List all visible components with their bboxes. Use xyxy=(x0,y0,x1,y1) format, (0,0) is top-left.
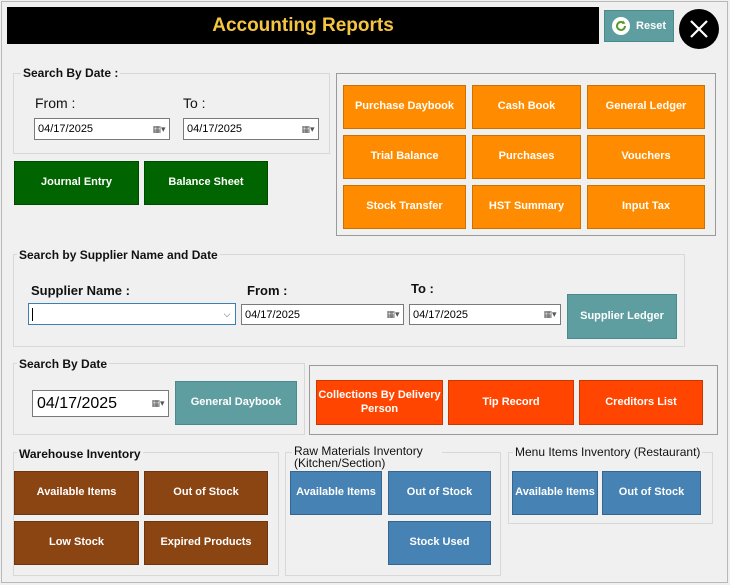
warehouse-out-of-stock-button[interactable]: Out of Stock xyxy=(144,471,268,515)
journal-entry-button[interactable]: Journal Entry xyxy=(14,161,139,205)
reset-label: Reset xyxy=(636,20,666,32)
search-by-date-label: Search By Date : xyxy=(21,66,121,80)
raw-available-items-button[interactable]: Available Items xyxy=(290,471,382,515)
raw-materials-group-label: Raw Materials Inventory (Kitchen/Section… xyxy=(292,445,442,469)
tip-record-button[interactable]: Tip Record xyxy=(448,380,574,425)
daybook-group-label: Search By Date xyxy=(17,357,110,371)
daybook-date-picker[interactable]: 04/17/2025 ▦▾ xyxy=(32,390,169,417)
warehouse-expired-products-button[interactable]: Expired Products xyxy=(144,521,268,565)
trial-balance-button[interactable]: Trial Balance xyxy=(343,135,466,179)
warehouse-low-stock-button[interactable]: Low Stock xyxy=(14,521,139,565)
purchases-button[interactable]: Purchases xyxy=(472,135,581,179)
search-by-date-group xyxy=(13,73,330,154)
menu-available-items-button[interactable]: Available Items xyxy=(512,471,598,515)
menu-items-group-label: Menu Items Inventory (Restaurant) xyxy=(513,445,703,459)
vouchers-button[interactable]: Vouchers xyxy=(587,135,705,179)
raw-out-of-stock-button[interactable]: Out of Stock xyxy=(388,471,491,515)
raw-stock-used-button[interactable]: Stock Used xyxy=(388,521,491,565)
supplier-from-date-picker[interactable]: 04/17/2025 ▦▾ xyxy=(241,304,404,325)
input-tax-button[interactable]: Input Tax xyxy=(587,185,705,229)
supplier-search-label: Search by Supplier Name and Date xyxy=(17,248,220,262)
calendar-dropdown-icon[interactable]: ▦▾ xyxy=(149,119,169,139)
supplier-from-label: From : xyxy=(247,283,288,298)
refresh-icon xyxy=(612,17,631,35)
from-date-picker[interactable]: 04/17/2025 ▦▾ xyxy=(34,118,170,140)
purchase-daybook-button[interactable]: Purchase Daybook xyxy=(343,85,466,129)
warehouse-group-label: Warehouse Inventory xyxy=(17,447,143,461)
daybook-date-value: 04/17/2025 xyxy=(37,394,118,412)
menu-out-of-stock-button[interactable]: Out of Stock xyxy=(602,471,701,515)
page-title: Accounting Reports xyxy=(7,7,599,44)
close-icon xyxy=(690,20,708,38)
supplier-to-date-value: 04/17/2025 xyxy=(413,308,469,321)
general-ledger-button[interactable]: General Ledger xyxy=(587,85,705,129)
close-button[interactable] xyxy=(679,9,719,49)
supplier-ledger-button[interactable]: Supplier Ledger xyxy=(567,294,677,339)
from-date-value: 04/17/2025 xyxy=(38,123,94,135)
balance-sheet-button[interactable]: Balance Sheet xyxy=(144,161,268,205)
creditors-list-button[interactable]: Creditors List xyxy=(579,380,703,425)
supplier-to-label: To : xyxy=(411,281,434,296)
to-date-value: 04/17/2025 xyxy=(187,123,243,135)
calendar-dropdown-icon[interactable]: ▦▾ xyxy=(540,305,560,324)
to-date-picker[interactable]: 04/17/2025 ▦▾ xyxy=(183,118,319,140)
calendar-dropdown-icon[interactable]: ▦▾ xyxy=(148,391,168,416)
stock-transfer-button[interactable]: Stock Transfer xyxy=(343,185,466,229)
text-cursor xyxy=(32,307,33,321)
cash-book-button[interactable]: Cash Book xyxy=(472,85,581,129)
hst-summary-button[interactable]: HST Summary xyxy=(472,185,581,229)
supplier-to-date-picker[interactable]: 04/17/2025 ▦▾ xyxy=(409,304,561,325)
warehouse-available-items-button[interactable]: Available Items xyxy=(14,471,139,515)
collections-by-delivery-person-button[interactable]: Collections By Delivery Person xyxy=(316,380,443,425)
calendar-dropdown-icon[interactable]: ▦▾ xyxy=(383,305,403,324)
supplier-name-label: Supplier Name : xyxy=(31,283,130,298)
chevron-down-icon[interactable]: ⌵ xyxy=(219,309,235,320)
supplier-from-date-value: 04/17/2025 xyxy=(245,308,301,321)
to-label: To : xyxy=(183,95,206,111)
reset-button[interactable]: Reset xyxy=(604,10,674,42)
calendar-dropdown-icon[interactable]: ▦▾ xyxy=(298,119,318,139)
supplier-name-combobox[interactable]: ⌵ xyxy=(28,303,236,325)
from-label: From : xyxy=(35,95,76,111)
general-daybook-button[interactable]: General Daybook xyxy=(175,381,297,425)
